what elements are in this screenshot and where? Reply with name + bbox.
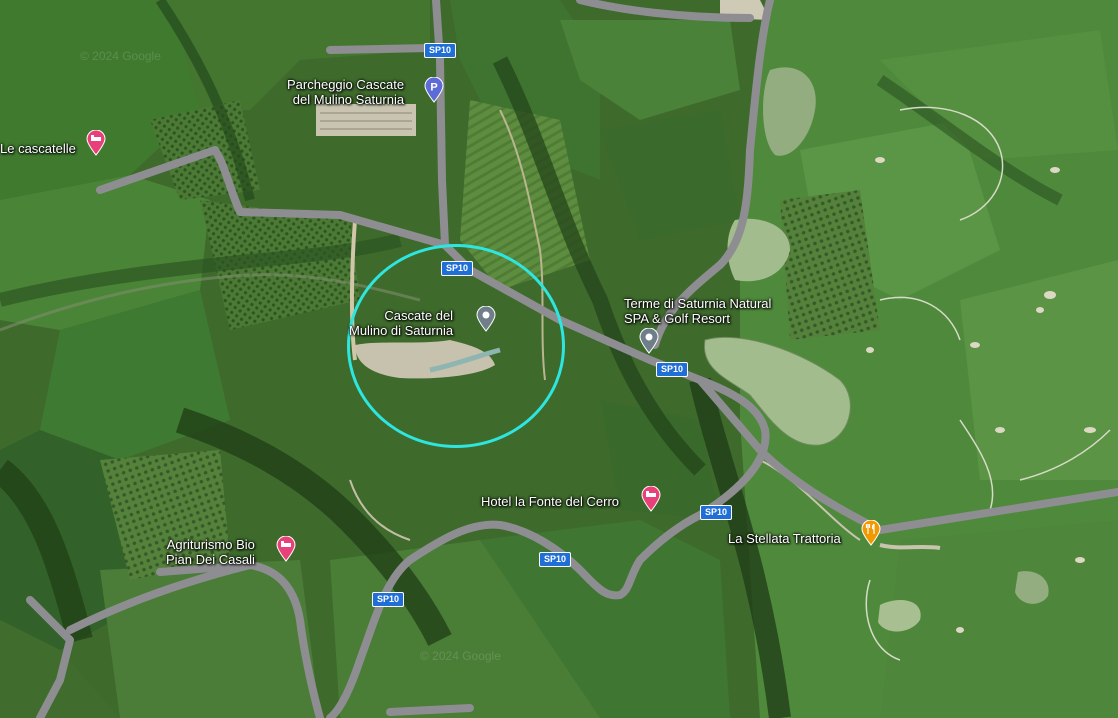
parking-pin-icon[interactable]: P bbox=[424, 77, 444, 103]
road-shield-sp10: SP10 bbox=[424, 43, 457, 58]
road-shield-sp10: SP10 bbox=[656, 362, 689, 377]
road-shield-sp10: SP10 bbox=[372, 592, 405, 607]
landmark-pin-icon[interactable] bbox=[639, 328, 659, 354]
watermark-1: © 2024 Google bbox=[80, 49, 161, 63]
landmark-pin-icon[interactable] bbox=[476, 306, 496, 332]
hotel-pin-icon[interactable] bbox=[276, 536, 296, 562]
place-label-parking[interactable]: Parcheggio Cascate del Mulino Saturnia bbox=[287, 77, 404, 107]
watermark-2: © 2024 Google bbox=[420, 649, 501, 663]
road-shield-sp10: SP10 bbox=[700, 505, 733, 520]
place-label-terme[interactable]: Terme di Saturnia Natural SPA & Golf Res… bbox=[624, 296, 771, 326]
hotel-pin-icon[interactable] bbox=[641, 486, 661, 512]
place-label-cascatelle[interactable]: Le cascatelle bbox=[0, 141, 76, 156]
place-label-hotel[interactable]: Hotel la Fonte del Cerro bbox=[481, 494, 619, 509]
road-shield-sp10: SP10 bbox=[441, 261, 474, 276]
satellite-map[interactable]: © 2024 Google © 2024 Google bbox=[0, 0, 1118, 718]
hotel-pin-icon[interactable] bbox=[86, 130, 106, 156]
place-label-agriturismo[interactable]: Agriturismo Bio Pian Dei Casali bbox=[166, 537, 255, 567]
svg-text:P: P bbox=[430, 82, 437, 94]
road-shield-sp10: SP10 bbox=[539, 552, 572, 567]
restaurant-pin-icon[interactable] bbox=[861, 520, 881, 546]
place-label-stellata[interactable]: La Stellata Trattoria bbox=[728, 531, 841, 546]
place-label-cascate[interactable]: Cascate del Mulino di Saturnia bbox=[349, 308, 453, 338]
